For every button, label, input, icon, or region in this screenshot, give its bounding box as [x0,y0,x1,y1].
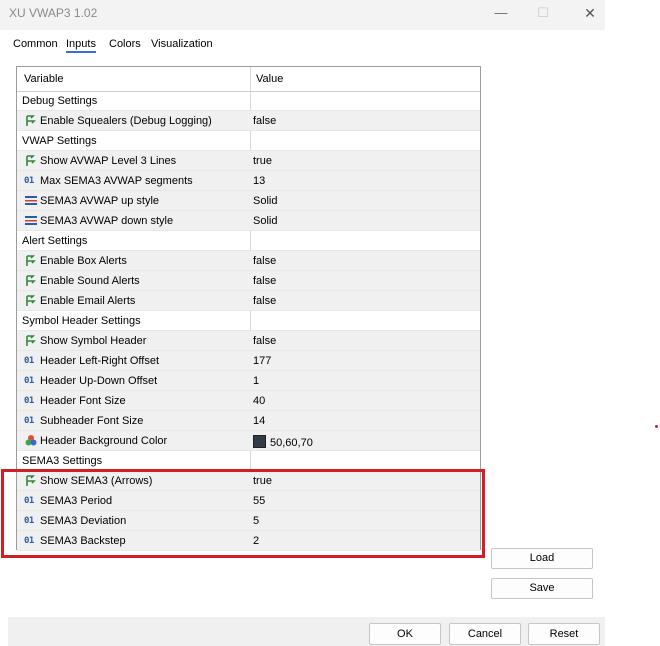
close-button[interactable]: ✕ [580,4,600,22]
param-row[interactable]: Enable Email Alerts false [17,291,480,311]
param-value[interactable]: false [253,295,276,307]
int-icon: 01 [24,376,34,386]
tab-colors[interactable]: Colors [109,38,141,50]
param-row[interactable]: Show Symbol Header false [17,331,480,351]
group-label: Symbol Header Settings [22,315,141,327]
param-value[interactable]: Solid [253,195,277,207]
param-name: Enable Sound Alerts [40,275,140,287]
bool-icon [24,154,38,167]
column-header-variable[interactable]: Variable [24,73,64,85]
highlight-box [1,469,485,558]
param-name: Header Font Size [40,395,126,407]
group-label: SEMA3 Settings [22,455,103,467]
param-value[interactable]: 1 [253,375,259,387]
reset-button[interactable]: Reset [528,623,600,645]
int-icon: 01 [24,356,34,366]
param-name: Enable Box Alerts [40,255,127,267]
bool-icon [24,274,38,287]
ok-button[interactable]: OK [369,623,441,645]
bool-icon [24,334,38,347]
color-value-text: 50,60,70 [270,437,313,449]
param-row[interactable]: 01 Max SEMA3 AVWAP segments 13 [17,171,480,191]
enum-icon [24,214,38,227]
enum-icon [24,194,38,207]
maximize-button[interactable]: ☐ [533,4,553,22]
param-name: Header Background Color [40,435,168,447]
param-row[interactable]: SEMA3 AVWAP down style Solid [17,211,480,231]
color-icon [24,434,38,447]
tab-visualization[interactable]: Visualization [151,38,213,50]
column-header-value[interactable]: Value [256,73,283,85]
tab-bar: Common Inputs Colors Visualization [0,30,605,57]
param-name: SEMA3 AVWAP down style [40,215,174,227]
param-value[interactable]: false [253,255,276,267]
group-row: SEMA3 Settings [17,451,480,471]
title-bar: XU VWAP3 1.02 — ☐ ✕ [0,0,605,30]
param-name: Enable Squealers (Debug Logging) [40,115,212,127]
param-name: Header Up-Down Offset [40,375,158,387]
param-value[interactable]: 13 [253,175,265,187]
param-row[interactable]: 01 Header Left-Right Offset 177 [17,351,480,371]
param-name: Enable Email Alerts [40,295,136,307]
load-button[interactable]: Load [491,548,593,569]
tab-common[interactable]: Common [13,38,58,50]
red-dot-marker [655,425,658,428]
minimize-button[interactable]: — [491,4,511,22]
param-value[interactable]: true [253,155,272,167]
param-row[interactable]: 01 Header Up-Down Offset 1 [17,371,480,391]
param-row[interactable]: Enable Squealers (Debug Logging) false [17,111,480,131]
group-row: Symbol Header Settings [17,311,480,331]
int-icon: 01 [24,396,34,406]
bool-icon [24,294,38,307]
tab-inputs[interactable]: Inputs [66,38,96,53]
param-name: Max SEMA3 AVWAP segments [40,175,193,187]
param-value[interactable]: false [253,335,276,347]
param-value[interactable]: 177 [253,355,271,367]
window-title: XU VWAP3 1.02 [9,6,98,20]
param-name: SEMA3 AVWAP up style [40,195,160,207]
group-row: VWAP Settings [17,131,480,151]
bool-icon [24,254,38,267]
save-button[interactable]: Save [491,578,593,599]
int-icon: 01 [24,176,34,186]
color-swatch [253,435,266,448]
group-label: Alert Settings [22,235,88,247]
grid-header: Variable Value [17,67,480,92]
param-value[interactable]: false [253,115,276,127]
param-value[interactable]: Solid [253,215,277,227]
param-row[interactable]: SEMA3 AVWAP up style Solid [17,191,480,211]
group-row: Debug Settings [17,91,480,111]
param-name: Header Left-Right Offset [40,355,160,367]
group-row: Alert Settings [17,231,480,251]
param-row[interactable]: Enable Box Alerts false [17,251,480,271]
group-label: VWAP Settings [22,135,97,147]
param-row[interactable]: 01 Header Font Size 40 [17,391,480,411]
param-row[interactable]: Header Background Color 50,60,70 [17,431,480,451]
param-value-color[interactable]: 50,60,70 [253,435,313,449]
param-row[interactable]: 01 Subheader Font Size 14 [17,411,480,431]
param-name: Show Symbol Header [40,335,147,347]
param-value[interactable]: 40 [253,395,265,407]
param-value[interactable]: 14 [253,415,265,427]
param-value[interactable]: false [253,275,276,287]
cancel-button[interactable]: Cancel [449,623,521,645]
int-icon: 01 [24,416,34,426]
param-row[interactable]: Show AVWAP Level 3 Lines true [17,151,480,171]
bool-icon [24,114,38,127]
param-name: Subheader Font Size [40,415,144,427]
param-name: Show AVWAP Level 3 Lines [40,155,177,167]
param-row[interactable]: Enable Sound Alerts false [17,271,480,291]
group-label: Debug Settings [22,95,98,107]
